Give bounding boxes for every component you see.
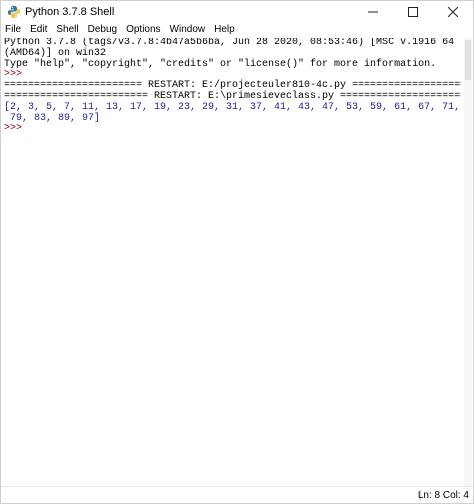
shell-prompt-active[interactable]: >>> <box>4 124 461 135</box>
title-bar[interactable]: Python 3.7.8 Shell <box>1 1 473 23</box>
shell-text-area[interactable]: Python 3.7.8 (tags/v3.7.8:4b47a5b6ba, Ju… <box>4 38 461 487</box>
menu-debug[interactable]: Debug <box>88 23 117 37</box>
maximize-icon <box>408 7 418 17</box>
menu-help[interactable]: Help <box>214 23 235 37</box>
menu-file[interactable]: File <box>5 23 21 37</box>
menu-shell[interactable]: Shell <box>56 23 78 37</box>
output-line: [2, 3, 5, 7, 11, 13, 17, 19, 23, 29, 31,… <box>4 101 461 113</box>
vertical-scrollbar[interactable] <box>464 38 472 487</box>
window-title: Python 3.7.8 Shell <box>25 6 115 18</box>
cursor-position: Ln: 8 Col: 4 <box>417 490 469 501</box>
output-line: 79, 83, 89, 97] <box>4 112 101 124</box>
menu-bar: File Edit Shell Debug Options Window Hel… <box>1 23 473 37</box>
scrollbar-thumb[interactable] <box>465 40 471 80</box>
menu-edit[interactable]: Edit <box>30 23 47 37</box>
minimize-icon <box>368 11 378 13</box>
banner-line: (AMD64)] on win32 <box>4 47 107 59</box>
idle-shell-window: Python 3.7.8 Shell File Edit Shell Debug… <box>0 0 474 504</box>
banner-line: Type "help", "copyright", "credits" or "… <box>4 58 437 70</box>
close-icon <box>448 7 458 17</box>
python-logo-icon <box>7 5 21 19</box>
close-button[interactable] <box>433 1 473 23</box>
menu-window[interactable]: Window <box>170 23 206 37</box>
minimize-button[interactable] <box>353 1 393 23</box>
status-bar: Ln: 8 Col: 4 <box>1 486 473 503</box>
menu-options[interactable]: Options <box>126 23 160 37</box>
maximize-button[interactable] <box>393 1 433 23</box>
